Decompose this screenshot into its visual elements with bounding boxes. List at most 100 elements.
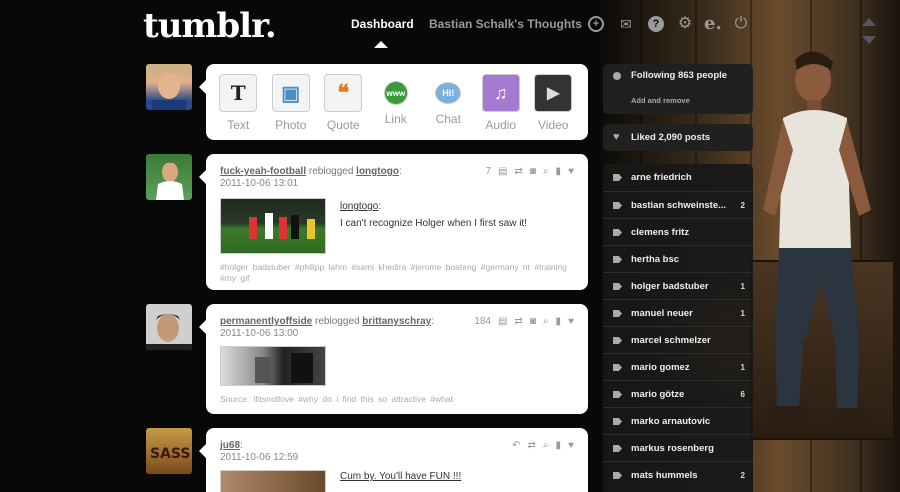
post-tags[interactable]: Source: ifitsnotlove #why do i find this… [220,394,570,405]
following-text: Following 863 people [631,70,728,81]
tag-item[interactable]: mario götze 6 [603,380,753,407]
heart-icon[interactable]: ♥ [568,440,574,451]
camera-icon[interactable]: ◙ [530,166,536,177]
nav-blog[interactable]: Bastian Schalk's Thoughts [429,17,582,31]
post-type-label: Quote [326,118,360,132]
post-actions: 184 ▤ ⇄ ◙ ⌕ ▮ ♥ [474,316,574,327]
scroll-down-icon[interactable] [862,36,876,44]
post-meta: permanentlyoffside reblogged brittanysch… [220,316,434,339]
reblog-icon[interactable]: ⇄ [515,166,523,177]
caption-link[interactable]: Cum by. You'll have FUN !!! [340,471,461,482]
tag-item[interactable]: hertha bsc [603,245,753,272]
svg-text:SASS: SASS [150,446,190,462]
tag-name: manuel neuer [631,308,693,319]
tag-name: holger badstuber [631,281,709,292]
notes-count[interactable]: 184 [474,316,491,327]
post-type-link[interactable]: www Link [370,70,423,140]
avatar[interactable]: SASS [146,428,192,474]
following-row[interactable]: Following 863 people [603,64,753,88]
tag-item[interactable]: bastian schweinste... 2 [603,191,753,218]
search-icon[interactable]: ⌕ [543,440,549,451]
tag-count: 6 [740,390,745,399]
reblog-icon[interactable]: ⇄ [528,440,536,451]
photo-icon: ▣ [271,74,310,112]
post-type-audio[interactable]: ♫ Audio [475,70,528,140]
tag-name: mario gomez [631,362,690,373]
camera-icon[interactable]: ◙ [530,316,536,327]
tag-item[interactable]: markus rosenberg [603,434,753,461]
post-tags[interactable]: #holger badstuber #philipp lahm #sami kh… [220,262,570,284]
post-thumbnail[interactable] [220,198,326,254]
post-type-label: Audio [485,118,517,132]
tag-icon [613,283,622,290]
tag-count: 1 [740,363,745,372]
help-icon[interactable]: ? [648,16,664,32]
bookmark-icon[interactable]: ▮ [556,440,562,451]
tag-icon [613,364,622,371]
post-card: permanentlyoffside reblogged brittanysch… [199,304,588,414]
envelope-icon[interactable]: ✉ [618,16,634,32]
tag-item[interactable]: holger badstuber 1 [603,272,753,299]
heart-icon[interactable]: ♥ [568,316,574,327]
post-author-link[interactable]: permanentlyoffside [220,316,312,327]
tag-count: 1 [740,309,745,318]
active-nav-caret [374,41,388,48]
post-source-link[interactable]: brittanyschray [362,316,431,327]
bookmark-icon[interactable]: ▮ [556,316,562,327]
tag-item[interactable]: clemens fritz [603,218,753,245]
tag-item[interactable]: arne friedrich [603,164,753,191]
post-date: 2011-10-06 13:00 [220,328,299,339]
bookmark-icon[interactable]: ▮ [556,166,562,177]
add-remove-link[interactable]: Add and remove [631,96,690,105]
liked-block[interactable]: ♥ Liked 2,090 posts [603,124,753,151]
following-block[interactable]: Following 863 people Add and remove [603,64,753,114]
post-date: 2011-10-06 13:01 [220,178,299,189]
notes-icon[interactable]: ▤ [498,166,507,177]
tag-item[interactable]: marcel schmelzer [603,326,753,353]
notes-count[interactable]: 7 [485,166,491,177]
post-actions: ↶ ⇄ ⌕ ▮ ♥ [512,440,574,451]
post-type-label: Chat [435,112,461,126]
reblogged-text: reblogged [315,316,360,327]
caption-link[interactable]: longtogo [340,201,378,212]
reblog-icon[interactable]: ⇄ [515,316,523,327]
avatar[interactable] [146,154,192,200]
post-type-photo[interactable]: ▣ Photo [265,70,318,140]
post-type-quote[interactable]: ❝ Quote [317,70,370,140]
gear-icon[interactable]: ⚙ [677,16,693,32]
audio-icon: ♫ [481,74,520,112]
post-type-video[interactable]: ▶ Video [527,70,580,140]
tag-item[interactable]: manuel neuer 1 [603,299,753,326]
notes-icon[interactable]: ▤ [498,316,507,327]
tag-item[interactable]: mario gomez 1 [603,353,753,380]
post-type-text[interactable]: T Text [212,70,265,140]
tumblr-logo[interactable]: tumblr. [143,6,277,46]
post-author-link[interactable]: fuck-yeah-football [220,166,306,177]
avatar[interactable] [146,304,192,350]
tag-icon [613,418,622,425]
scroll-up-icon[interactable] [862,18,876,26]
post-thumbnail[interactable] [220,346,326,386]
search-icon[interactable]: ⌕ [543,316,549,327]
reply-icon[interactable]: ↶ [512,440,520,451]
avatar[interactable] [146,64,192,110]
e-icon[interactable]: e. [704,15,722,33]
post-type-chat[interactable]: Hi! Chat [422,70,475,140]
tag-count: 1 [740,282,745,291]
post-caption: longtogo: I can't recognize Holger when … [340,201,527,229]
video-icon: ▶ [534,74,573,112]
search-icon[interactable]: ⌕ [543,166,549,177]
liked-row[interactable]: ♥ Liked 2,090 posts [603,124,753,151]
post-source-link[interactable]: longtogo [356,166,399,177]
post-thumbnail[interactable] [220,470,326,492]
tag-name: marcel schmelzer [631,335,711,346]
power-icon[interactable]: ⏻ [733,16,749,32]
tag-item[interactable]: marko arnautovic [603,407,753,434]
nav-dashboard[interactable]: Dashboard [351,17,414,31]
heart-icon[interactable]: ♥ [568,166,574,177]
post-author-link[interactable]: ju68 [220,440,240,451]
post-actions: 7 ▤ ⇄ ◙ ⌕ ▮ ♥ [485,166,574,177]
tag-item[interactable]: mats hummels 2 [603,461,753,488]
tag-name: hertha bsc [631,254,680,265]
plus-circle-icon[interactable]: + [588,16,604,32]
